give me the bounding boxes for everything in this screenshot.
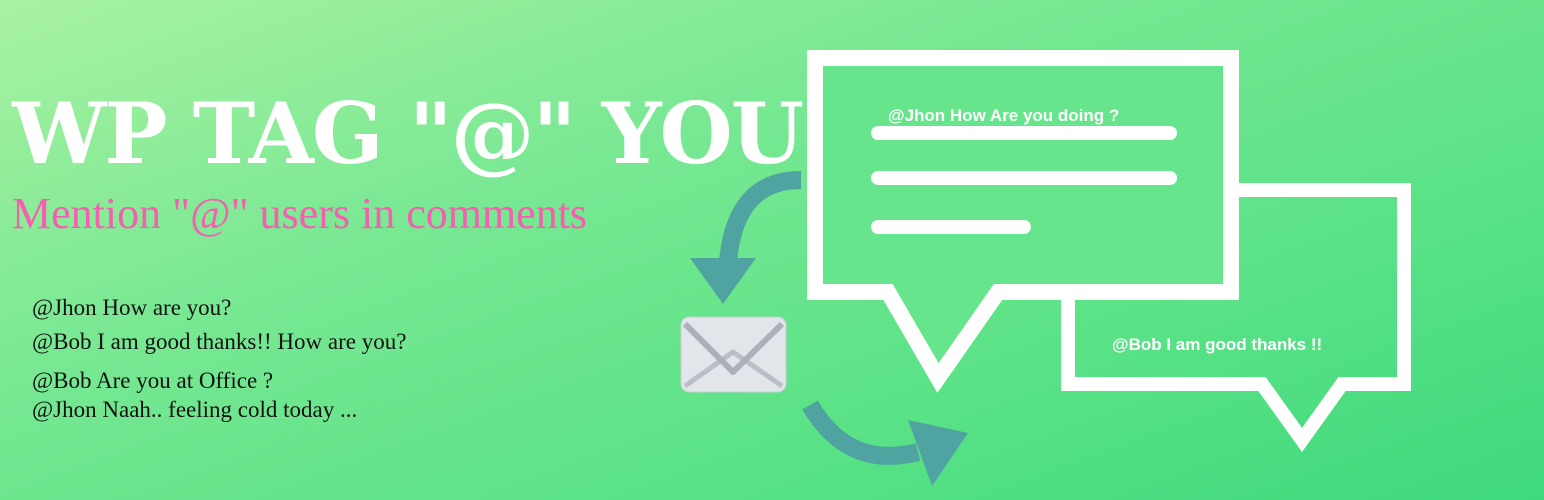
curved-arrow-right-icon xyxy=(802,400,968,486)
illustration: @Bob I am good thanks !! @Jhon How Are y… xyxy=(680,50,1411,486)
curved-arrow-down-icon xyxy=(690,171,802,304)
main-speech-bubble: @Jhon How Are you doing ? xyxy=(807,50,1239,393)
envelope-icon xyxy=(680,316,787,393)
secondary-bubble-text: @Bob I am good thanks !! xyxy=(1112,335,1322,354)
main-bubble-text: @Jhon How Are you doing ? xyxy=(888,106,1119,125)
